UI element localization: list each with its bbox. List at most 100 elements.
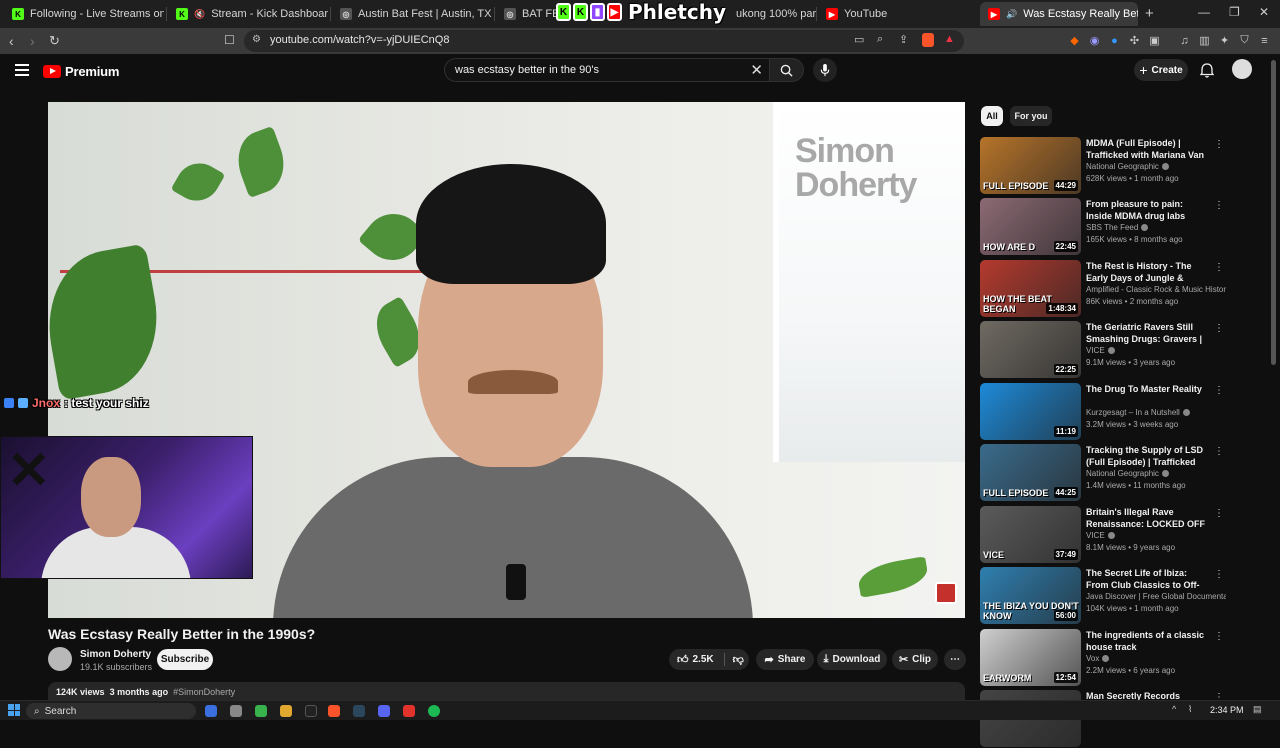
- channel-name[interactable]: National Geographic: [1086, 469, 1159, 478]
- search-button[interactable]: [770, 58, 804, 82]
- url-text[interactable]: youtube.com/watch?v=-yjDUIECnQ8: [270, 34, 449, 46]
- tab-kick-following[interactable]: K Following - Live Streams on Kick: [4, 2, 164, 26]
- account-avatar[interactable]: [1232, 59, 1252, 79]
- youtube-premium-logo[interactable]: Premium: [43, 64, 119, 79]
- channel-name[interactable]: National Geographic: [1086, 162, 1159, 171]
- notifications-icon[interactable]: ▤: [1253, 704, 1262, 715]
- channel-name[interactable]: VICE: [1086, 346, 1105, 355]
- channel-avatar[interactable]: [48, 647, 72, 671]
- video-thumbnail[interactable]: VICE 37:49: [980, 506, 1081, 563]
- spotify-icon[interactable]: [428, 705, 440, 717]
- brave-shields-icon[interactable]: [922, 33, 934, 47]
- video-thumbnail[interactable]: FULL EPISODE 44:29: [980, 137, 1081, 194]
- video-title[interactable]: The Rest is History - The Early Days of …: [1086, 260, 1208, 284]
- create-button[interactable]: + Create: [1134, 59, 1188, 81]
- vpn-icon[interactable]: ⛉: [1238, 34, 1251, 47]
- settings-icon[interactable]: [230, 705, 242, 717]
- forward-button[interactable]: ›: [30, 33, 35, 49]
- extensions-puzzle-icon[interactable]: ✣: [1128, 34, 1141, 47]
- search-input[interactable]: was ecstasy better in the 90's ✕: [444, 58, 770, 82]
- more-options-icon[interactable]: ⋮: [1214, 385, 1224, 396]
- channel-name[interactable]: SBS The Feed: [1086, 223, 1138, 232]
- bookmark-icon[interactable]: ☐: [224, 33, 235, 47]
- download-button[interactable]: ⤓ Download: [817, 649, 887, 670]
- video-title[interactable]: From pleasure to pain: Inside MDMA drug …: [1086, 198, 1208, 222]
- steam-icon[interactable]: [353, 705, 365, 717]
- minimize-button[interactable]: —: [1198, 5, 1210, 19]
- video-thumbnail[interactable]: THE IBIZA YOU DON'T KNOW 56:00: [980, 567, 1081, 624]
- address-bar[interactable]: ⚙ youtube.com/watch?v=-yjDUIECnQ8 ▭ ⌕ ⇪ …: [244, 30, 964, 52]
- extension-fox-icon[interactable]: ◆: [1068, 34, 1081, 47]
- video-thumbnail[interactable]: HOW THE BEAT BEGAN 1:48:34: [980, 260, 1081, 317]
- recommended-video[interactable]: FULL EPISODE 44:29 MDMA (Full Episode) | T…: [980, 137, 1230, 195]
- brave-icon[interactable]: [328, 705, 340, 717]
- share-page-icon[interactable]: ⇪: [899, 33, 908, 46]
- clear-search-icon[interactable]: ✕: [750, 61, 763, 79]
- recommended-video[interactable]: 11:19 The Drug To Master Reality Kurzgesag…: [980, 383, 1230, 441]
- app-icon[interactable]: [305, 705, 317, 717]
- discord-icon[interactable]: [378, 705, 390, 717]
- video-thumbnail[interactable]: HOW ARE D 22:45: [980, 198, 1081, 255]
- more-options-icon[interactable]: ⋮: [1214, 262, 1224, 273]
- more-actions-button[interactable]: ⋯: [944, 649, 966, 670]
- search-query[interactable]: was ecstasy better in the 90's: [455, 64, 599, 76]
- tab-bat-fest[interactable]: ◎ BAT FEST 20: [496, 2, 558, 26]
- video-thumbnail[interactable]: FULL EPISODE 44:25: [980, 444, 1081, 501]
- taskbar-search[interactable]: ⌕ Search: [26, 703, 196, 719]
- video-title[interactable]: The Geriatric Ravers Still Smashing Drug…: [1086, 321, 1208, 345]
- channel-watermark-icon[interactable]: [935, 582, 957, 604]
- recommended-video[interactable]: EARWORM 12:54 The ingredients of a classic…: [980, 629, 1230, 687]
- channel-name[interactable]: Java Discover | Free Global Documentari.…: [1086, 592, 1226, 601]
- hashtag-link[interactable]: #SimonDoherty: [173, 687, 235, 697]
- copilot-icon[interactable]: [205, 705, 217, 717]
- app-icon[interactable]: [255, 705, 267, 717]
- video-title[interactable]: The Drug To Master Reality: [1086, 383, 1208, 395]
- more-options-icon[interactable]: ⋮: [1214, 139, 1224, 150]
- site-info-icon[interactable]: ⚙: [252, 34, 261, 45]
- notifications-bell-icon[interactable]: [1200, 63, 1214, 78]
- new-tab-button[interactable]: +: [1145, 5, 1154, 22]
- video-thumbnail[interactable]: EARWORM 12:54: [980, 629, 1081, 686]
- like-button[interactable]: 👍︎ 2.5K: [677, 653, 714, 666]
- channel-name[interactable]: Amplified - Classic Rock & Music History: [1086, 285, 1226, 294]
- video-title[interactable]: MDMA (Full Episode) | Trafficked with Ma…: [1086, 137, 1208, 161]
- file-explorer-icon[interactable]: [280, 705, 292, 717]
- chip-for-you[interactable]: For you: [1010, 106, 1052, 126]
- channel-name[interactable]: Kurzgesagt – In a Nutshell: [1086, 408, 1180, 417]
- recommended-video[interactable]: VICE 37:49 Britain's Illegal Rave Renaissa…: [980, 506, 1230, 564]
- more-options-icon[interactable]: ⋮: [1214, 631, 1224, 642]
- brave-rewards-icon[interactable]: ▲: [944, 33, 955, 45]
- channel-name[interactable]: VICE: [1086, 531, 1105, 540]
- windows-start-icon[interactable]: [8, 704, 20, 716]
- video-title[interactable]: The ingredients of a classic house track: [1086, 629, 1208, 653]
- zoom-icon[interactable]: ⌕: [877, 33, 883, 46]
- extension-icon[interactable]: ◉: [1088, 34, 1101, 47]
- share-button[interactable]: ➦ Share: [756, 649, 814, 670]
- more-options-icon[interactable]: ⋮: [1214, 323, 1224, 334]
- menu-icon[interactable]: ≡: [1258, 34, 1271, 47]
- sidebar-toggle-icon[interactable]: ▥: [1198, 34, 1211, 47]
- video-title[interactable]: Britain's Illegal Rave Renaissance: LOCK…: [1086, 506, 1208, 530]
- cast-icon[interactable]: ▭: [854, 33, 864, 46]
- chip-all[interactable]: All: [981, 106, 1003, 126]
- tab-austin-bat-fest[interactable]: ◎ Austin Bat Fest | Austin, TX: [332, 2, 492, 26]
- tab-youtube[interactable]: ▶ YouTube: [818, 2, 978, 26]
- clip-button[interactable]: ✂ Clip: [892, 649, 938, 670]
- recommended-video[interactable]: HOW ARE D 22:45 From pleasure to pain: Ins…: [980, 198, 1230, 256]
- tray-chevron-icon[interactable]: ^: [1172, 704, 1176, 714]
- video-thumbnail[interactable]: 11:19: [980, 383, 1081, 440]
- tab-active-video[interactable]: ▶ 🔊 Was Ecstasy Really Better in ✕: [980, 2, 1138, 26]
- back-button[interactable]: ‹: [9, 33, 14, 49]
- media-controls-icon[interactable]: ♫: [1178, 34, 1191, 47]
- voice-search-button[interactable]: [813, 58, 837, 82]
- recommended-video[interactable]: HOW THE BEAT BEGAN 1:48:34 The Rest is His…: [980, 260, 1230, 318]
- video-title[interactable]: Tracking the Supply of LSD (Full Episode…: [1086, 444, 1208, 468]
- recommended-video[interactable]: THE IBIZA YOU DON'T KNOW 56:00 The Secret …: [980, 567, 1230, 625]
- channel-name[interactable]: Vox: [1086, 654, 1099, 663]
- more-options-icon[interactable]: ⋮: [1214, 569, 1224, 580]
- more-options-icon[interactable]: ⋮: [1214, 446, 1224, 457]
- leo-ai-icon[interactable]: ✦: [1218, 34, 1231, 47]
- restore-button[interactable]: ❐: [1229, 5, 1240, 19]
- more-options-icon[interactable]: ⋮: [1214, 200, 1224, 211]
- app-icon[interactable]: [403, 705, 415, 717]
